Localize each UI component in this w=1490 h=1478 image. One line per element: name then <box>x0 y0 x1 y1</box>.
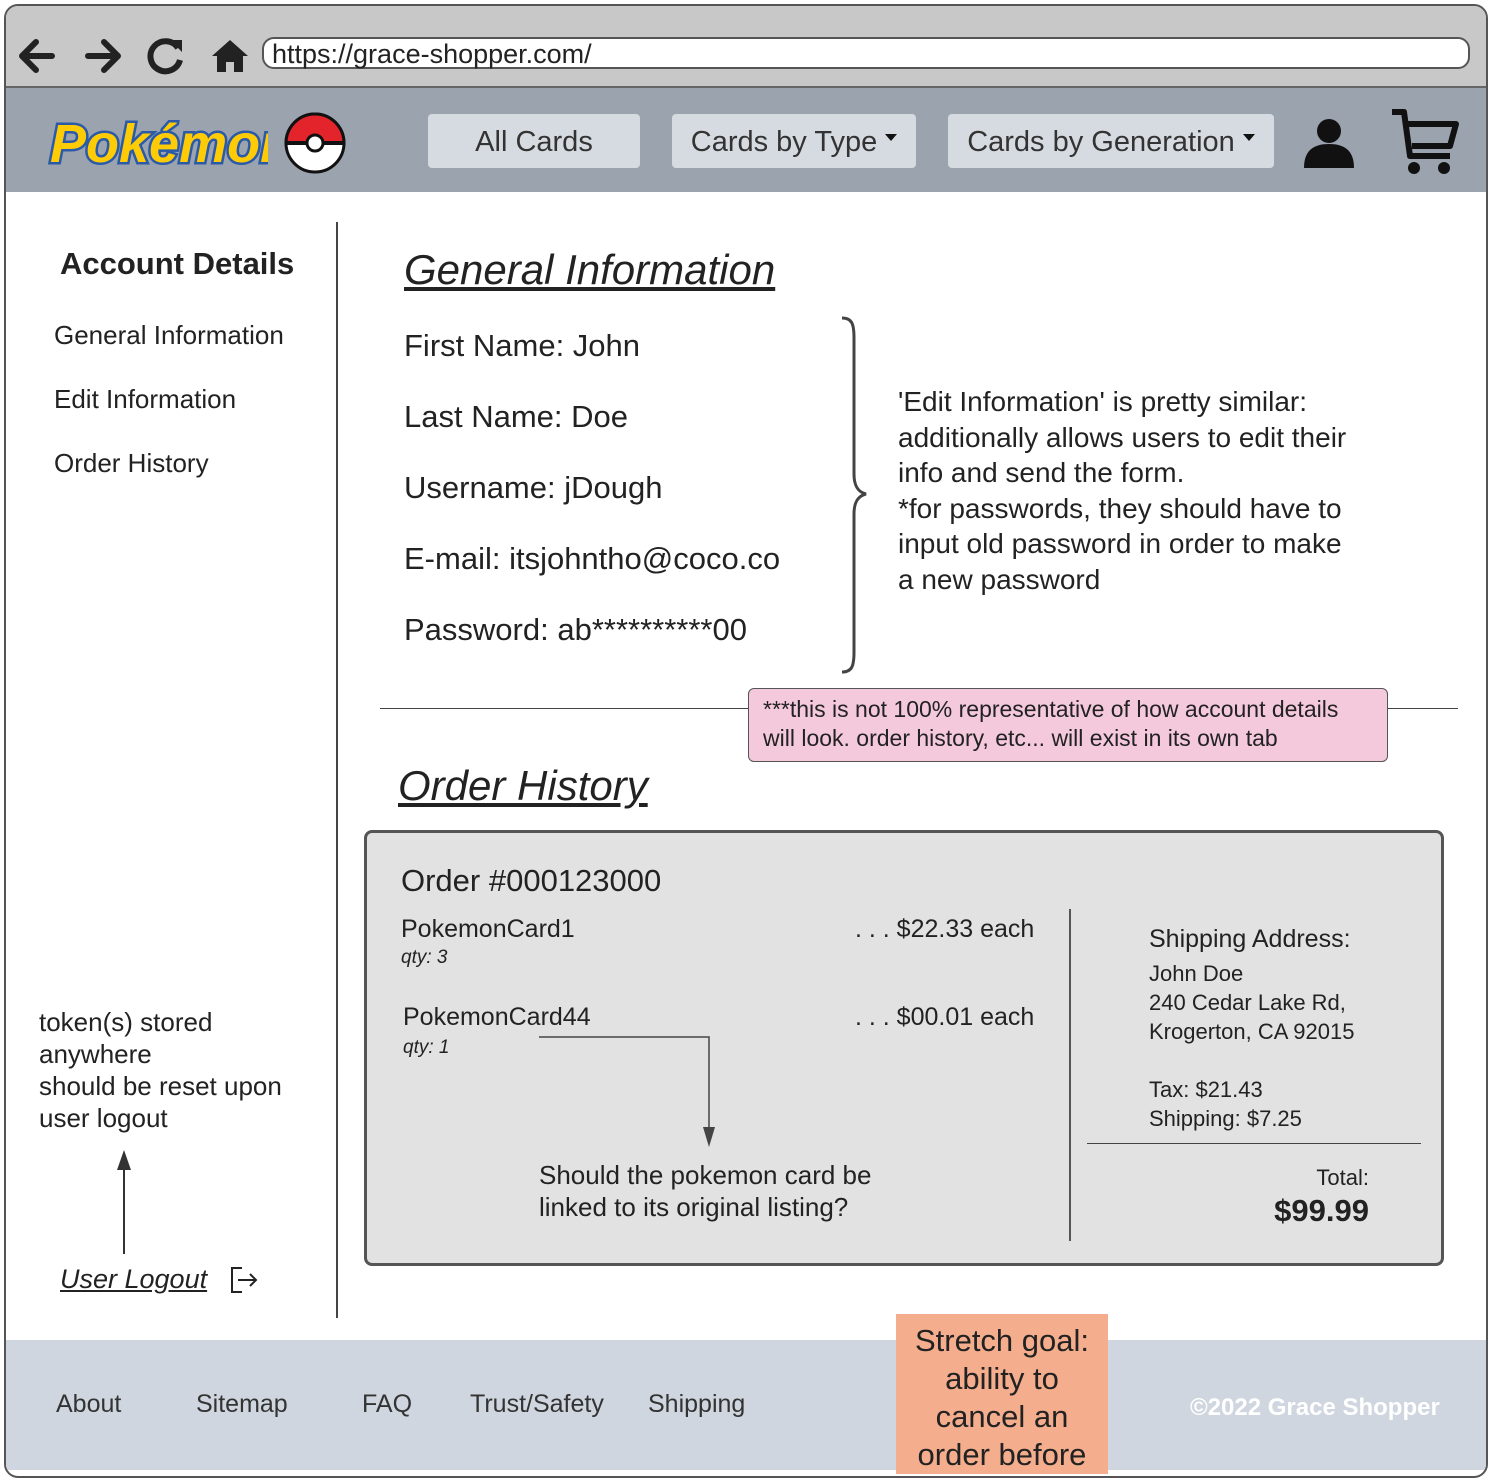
browser-window: https://grace-shopper.com/ Pokémon All C… <box>4 4 1488 1478</box>
address-line: 240 Cedar Lake Rd, <box>1149 990 1346 1015</box>
token-annotation-line: user logout <box>39 1103 168 1133</box>
home-icon[interactable] <box>210 36 250 76</box>
sidebar-divider <box>336 222 338 1318</box>
order-card: Order #000123000 PokemonCard1 qty: 3 . .… <box>364 830 1444 1266</box>
token-annotation: token(s) stored anywhere should be reset… <box>39 1006 282 1134</box>
back-arrow-icon[interactable] <box>16 36 56 76</box>
sidebar-item-edit-information[interactable]: Edit Information <box>54 384 236 415</box>
sidebar-title: Account Details <box>60 246 295 281</box>
stretch-note-line: cancel an <box>935 1399 1069 1434</box>
total-label: Total: <box>1316 1165 1369 1190</box>
order-item-name[interactable]: PokemonCard1 <box>401 915 575 944</box>
user-logout-link[interactable]: User Logout <box>60 1264 207 1295</box>
order-number: Order #000123000 <box>401 863 662 898</box>
forward-arrow-icon[interactable] <box>84 36 124 76</box>
user-account-icon[interactable] <box>1302 116 1356 170</box>
last-name-field: Last Name: Doe <box>404 399 628 434</box>
email-field: E-mail: itsjohntho@coco.co <box>404 541 781 576</box>
address-line: Krogerton, CA 92015 <box>1149 1019 1355 1044</box>
tax-amount: Tax: $21.43 <box>1149 1077 1263 1102</box>
token-annotation-line: anywhere <box>39 1039 152 1069</box>
footer-link-shipping[interactable]: Shipping <box>648 1390 745 1419</box>
nav-cards-by-generation-dropdown[interactable]: Cards by Generation <box>948 114 1274 168</box>
totals-divider <box>1087 1143 1421 1144</box>
logout-icon[interactable] <box>228 1264 260 1296</box>
sidebar-item-order-history[interactable]: Order History <box>54 448 209 479</box>
site-footer: About Sitemap FAQ Trust/Safety Shipping … <box>6 1340 1486 1470</box>
edit-annotation-line: additionally allows users to edit their <box>898 421 1347 453</box>
sidebar-item-general-information[interactable]: General Information <box>54 320 284 351</box>
shipping-address-label: Shipping Address: <box>1149 925 1351 953</box>
order-item-qty: qty: 3 <box>401 947 448 968</box>
section-divider <box>1388 708 1458 709</box>
general-information-heading: General Information <box>404 246 776 293</box>
order-item-qty: qty: 1 <box>403 1037 450 1058</box>
link-annotation-line: linked to its original listing? <box>539 1192 849 1222</box>
edit-information-annotation: 'Edit Information' is pretty similar: ad… <box>898 384 1418 597</box>
cart-icon[interactable] <box>1388 104 1462 178</box>
stretch-note-line: Stretch goal: <box>914 1323 1090 1358</box>
order-item-name[interactable]: PokemonCard44 <box>403 1003 591 1032</box>
edit-annotation-line: *for passwords, they should have to <box>898 492 1342 524</box>
nav-cards-by-generation-label: Cards by Generation <box>967 126 1235 158</box>
footer-link-sitemap[interactable]: Sitemap <box>196 1390 288 1419</box>
curly-brace <box>841 316 867 674</box>
section-divider <box>380 708 748 709</box>
order-history-heading: Order History <box>398 762 648 809</box>
footer-link-faq[interactable]: FAQ <box>362 1390 412 1419</box>
username-field: Username: jDough <box>404 470 663 505</box>
stretch-note-line: ability to <box>945 1361 1059 1396</box>
reload-icon[interactable] <box>146 36 186 76</box>
footer-link-trust-safety[interactable]: Trust/Safety <box>470 1390 604 1419</box>
annotation-arrow-up <box>117 1150 131 1254</box>
nav-all-cards-label: All Cards <box>475 126 593 158</box>
total-amount: $99.99 <box>1274 1193 1369 1228</box>
site-header: Pokémon All Cards Cards by Type Cards by… <box>6 88 1486 192</box>
token-annotation-line: should be reset upon <box>39 1071 282 1101</box>
shipping-address: John Doe 240 Cedar Lake Rd, Krogerton, C… <box>1149 959 1354 1046</box>
link-listing-annotation: Should the pokemon card be linked to its… <box>539 1159 871 1223</box>
stretch-goal-note: Stretch goal: ability to cancel an order… <box>896 1314 1108 1474</box>
link-annotation-line: Should the pokemon card be <box>539 1160 872 1190</box>
password-field: Password: ab**********00 <box>404 612 747 647</box>
edit-annotation-line: 'Edit Information' is pretty similar: <box>898 386 1308 417</box>
edit-annotation-line: info and send the form. <box>898 457 1185 488</box>
chevron-down-icon <box>1242 133 1255 141</box>
chevron-down-icon <box>885 133 898 141</box>
edit-annotation-line: a new password <box>898 563 1101 595</box>
stretch-note-line: order before <box>917 1437 1087 1472</box>
disclaimer-line: ***this is not 100% representative of ho… <box>763 696 1339 722</box>
order-item-price: . . . $22.33 each <box>855 915 1035 943</box>
nav-cards-by-type-dropdown[interactable]: Cards by Type <box>672 114 916 168</box>
nav-all-cards-button[interactable]: All Cards <box>428 114 640 168</box>
disclaimer-line: will look. order history, etc... will ex… <box>763 725 1278 751</box>
annotation-arrow-down <box>539 1036 715 1147</box>
edit-annotation-line: input old password in order to make <box>898 528 1342 559</box>
disclaimer-note: ***this is not 100% representative of ho… <box>748 688 1388 762</box>
order-item-price: . . . $00.01 each <box>855 1003 1035 1031</box>
browser-toolbar: https://grace-shopper.com/ <box>6 6 1486 88</box>
order-column-divider <box>1069 909 1071 1241</box>
shipping-amount: Shipping: $7.25 <box>1149 1106 1302 1131</box>
logo-text: Pokémon <box>50 114 268 174</box>
first-name-field: First Name: John <box>404 328 641 363</box>
address-line: John Doe <box>1149 961 1244 986</box>
footer-link-about[interactable]: About <box>56 1390 121 1419</box>
url-bar[interactable]: https://grace-shopper.com/ <box>262 37 1470 69</box>
token-annotation-line: token(s) stored <box>39 1007 213 1037</box>
pokemon-logo[interactable]: Pokémon <box>42 98 269 184</box>
copyright-text: ©2022 Grace Shopper <box>1190 1394 1440 1421</box>
nav-cards-by-type-label: Cards by Type <box>690 126 878 158</box>
pokeball-icon <box>284 112 346 174</box>
order-charges: Tax: $21.43 Shipping: $7.25 <box>1149 1075 1302 1133</box>
